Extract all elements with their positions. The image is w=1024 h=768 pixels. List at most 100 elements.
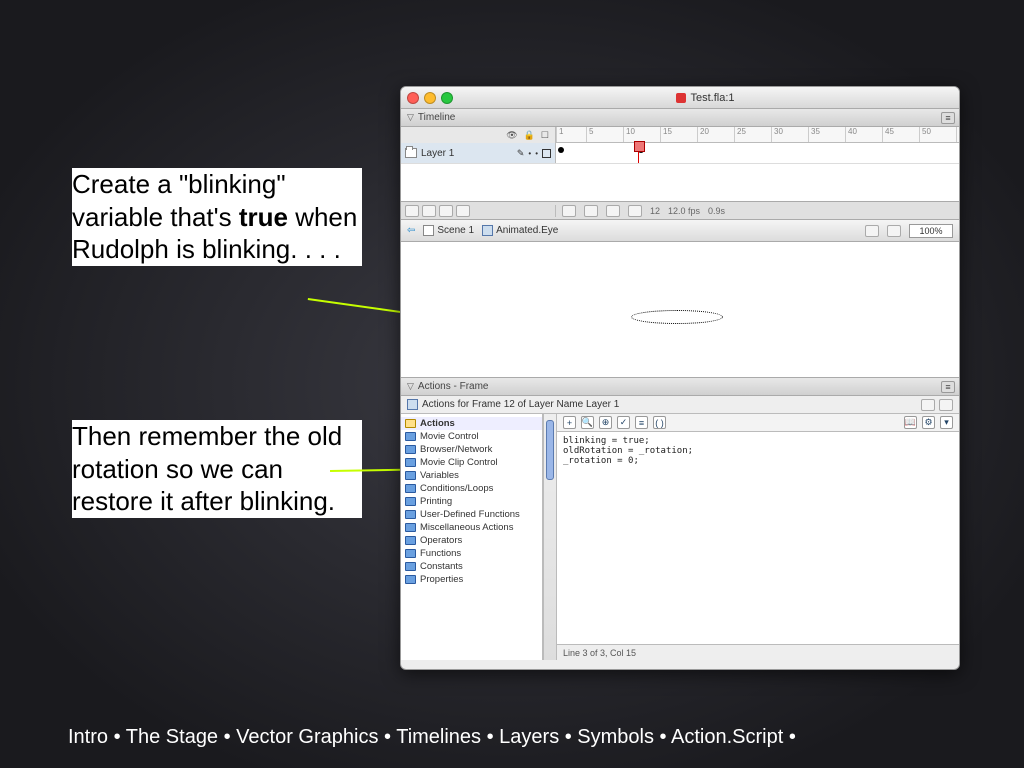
book-icon [405,458,416,467]
layer-pencil-icon: ✎ [517,148,525,159]
keyframe[interactable] [558,147,564,153]
actions-panel-label: Actions - Frame [418,381,489,392]
actions-subheader-text: Actions for Frame 12 of Layer Name Layer… [422,399,619,410]
timeline-tick: 20 [697,127,709,142]
onion-skin-button[interactable] [562,205,576,217]
stage-eye-shape[interactable] [631,310,723,324]
add-guide-layer-button[interactable] [422,205,436,217]
book-icon [405,432,416,441]
toolbox-category[interactable]: Browser/Network [401,443,542,456]
view-options-button[interactable]: ▾ [940,416,953,429]
timeline-footer: 12 12.0 fps 0.9s [401,201,959,219]
symbol-name: Animated.Eye [496,225,558,236]
actions-panel-header[interactable]: ▽ Actions - Frame ≡ [401,378,959,396]
current-frame-readout: 12 [650,206,660,216]
script-pane: + 🔍 ⊕ ✓ ≡ ( ) 📖 ⚙ ▾ blinking = true; old… [557,414,959,660]
caption-bold: true [239,202,288,232]
script-nav-button[interactable] [939,399,953,411]
toolbox-category[interactable]: Movie Clip Control [401,456,542,469]
auto-format-button[interactable]: ≡ [635,416,648,429]
add-layer-button[interactable] [405,205,419,217]
window-close-button[interactable] [407,92,419,104]
lock-column-icon[interactable]: 🔒 [524,130,535,141]
eye-column-icon[interactable]: 👁 [506,130,517,141]
edit-multiple-frames-button[interactable] [606,205,620,217]
code-line: blinking = true; [563,436,650,446]
layer-name-cell[interactable]: Layer 1 ✎ • • [401,143,556,163]
toolbox-category[interactable]: User-Defined Functions [401,508,542,521]
toolbox-category[interactable]: Conditions/Loops [401,482,542,495]
panel-options-button[interactable]: ≡ [941,112,955,124]
add-folder-button[interactable] [439,205,453,217]
book-icon [405,575,416,584]
toolbox-scrollbar[interactable] [543,414,557,660]
insert-target-button[interactable]: ⊕ [599,416,612,429]
slide-footer: Intro • The Stage • Vector Graphics • Ti… [68,726,968,749]
pin-script-button[interactable] [921,399,935,411]
debug-options-button[interactable]: ⚙ [922,416,935,429]
timeline-ruler[interactable]: 1 5 10 15 20 25 30 35 40 45 50 55 [556,127,959,143]
toolbox-category[interactable]: Movie Control [401,430,542,443]
book-icon [405,549,416,558]
script-editor[interactable]: blinking = true; oldRotation = _rotation… [557,432,959,645]
add-statement-button[interactable]: + [563,416,576,429]
timeline-frames[interactable] [556,143,959,163]
show-code-hint-button[interactable]: ( ) [653,416,666,429]
modify-onion-markers-button[interactable] [628,205,642,217]
find-button[interactable]: 🔍 [581,416,594,429]
layer-visible-dot[interactable]: • [528,149,531,158]
toolbox-category[interactable]: Constants [401,560,542,573]
toolbox-category[interactable]: Operators [401,534,542,547]
toolbox-category[interactable]: Functions [401,547,542,560]
layer-icon [405,148,417,158]
stage[interactable] [401,242,959,378]
disclosure-triangle-icon[interactable]: ▽ [407,112,414,123]
actions-toolbox[interactable]: Actions Movie Control Browser/Network Mo… [401,414,543,660]
layer-lock-dot[interactable]: • [535,149,538,158]
window-zoom-button[interactable] [441,92,453,104]
script-toolbar: + 🔍 ⊕ ✓ ≡ ( ) 📖 ⚙ ▾ [557,414,959,432]
toolbox-label: Operators [420,535,462,546]
panel-options-button[interactable]: ≡ [941,381,955,393]
toolbox-category[interactable]: Properties [401,573,542,586]
disclosure-triangle-icon[interactable]: ▽ [407,381,414,392]
playhead[interactable] [638,143,639,163]
movieclip-icon [482,225,493,236]
timeline-tick: 5 [586,127,593,142]
toolbox-category[interactable]: Actions [401,417,542,430]
timeline-tick: 10 [623,127,635,142]
scene-icon [423,225,434,236]
timeline-tick: 50 [919,127,931,142]
outline-column-icon[interactable]: ☐ [541,130,549,141]
timeline-panel-header[interactable]: ▽ Timeline ≡ [401,109,959,127]
check-syntax-button[interactable]: ✓ [617,416,630,429]
frame-script-icon [407,399,418,410]
toolbox-category[interactable]: Variables [401,469,542,482]
window-minimize-button[interactable] [424,92,436,104]
toolbox-category[interactable]: Miscellaneous Actions [401,521,542,534]
reference-button[interactable]: 📖 [904,416,917,429]
symbol-breadcrumb[interactable]: Animated.Eye [482,225,558,236]
timeline-panel: 👁 🔒 ☐ 1 5 10 15 20 25 30 35 40 45 50 55 [401,127,959,220]
scene-name: Scene 1 [437,225,474,236]
edit-scene-button[interactable] [865,225,879,237]
zoom-level[interactable]: 100% [909,224,953,238]
edit-symbols-button[interactable] [887,225,901,237]
book-icon [405,523,416,532]
book-icon [405,510,416,519]
onion-skin-outlines-button[interactable] [584,205,598,217]
scrollbar-thumb[interactable] [546,420,554,480]
scene-breadcrumb[interactable]: Scene 1 [423,225,474,236]
window-titlebar[interactable]: Test.fla:1 [401,87,959,109]
book-icon [405,445,416,454]
timeline-empty-area [401,163,959,201]
timeline-layer-row[interactable]: Layer 1 ✎ • • [401,143,959,163]
back-arrow-button[interactable]: ⇦ [407,225,415,236]
book-icon [405,484,416,493]
delete-layer-button[interactable] [456,205,470,217]
timeline-layer-controls-header: 👁 🔒 ☐ [401,127,556,143]
layer-outline-toggle[interactable] [542,149,551,158]
toolbox-category[interactable]: Printing [401,495,542,508]
window-title: Test.fla:1 [458,92,953,104]
toolbox-label: Miscellaneous Actions [420,522,513,533]
